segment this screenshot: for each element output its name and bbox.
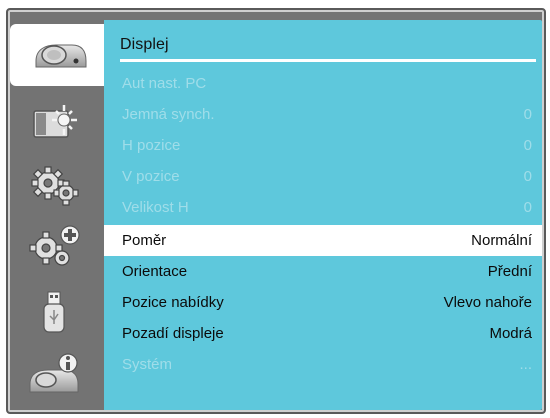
menu-item-value: ...	[519, 356, 532, 373]
tab-info[interactable]	[10, 344, 98, 406]
tab-display[interactable]	[10, 24, 110, 86]
menu-item-velikost-h: Velikost H 0	[104, 192, 542, 223]
tab-expanded-setup[interactable]	[10, 216, 98, 278]
menu-item-pozice-nabidky[interactable]: Pozice nabídky Vlevo nahoře	[104, 287, 542, 318]
settings-gears-icon	[26, 163, 82, 207]
tab-picture[interactable]	[10, 92, 98, 154]
menu-item-value: 0	[523, 137, 532, 154]
menu-item-aut-nast-pc: Aut nast. PC	[104, 68, 542, 99]
menu-item-value: Normální	[471, 232, 532, 249]
usb-icon	[34, 290, 74, 336]
picture-adjust-icon	[26, 103, 82, 143]
menu-item-orientace[interactable]: Orientace Přední	[104, 256, 542, 287]
menu-item-label: Poměr	[122, 232, 167, 249]
menu-item-label: Jemná synch.	[122, 106, 215, 123]
settings-plus-icon	[26, 224, 82, 270]
menu-item-value: 0	[523, 199, 532, 216]
menu-item-label: V pozice	[122, 168, 180, 185]
menu-panel: Displej Aut nast. PC Jemná synch. 0 H po…	[104, 20, 542, 410]
menu-item-jemna-synch: Jemná synch. 0	[104, 99, 542, 130]
tab-usb[interactable]	[10, 282, 98, 344]
menu-item-pomer[interactable]: Poměr Normální	[104, 225, 542, 256]
menu-item-label: H pozice	[122, 137, 181, 154]
projector-icon	[32, 35, 88, 75]
menu-item-label: Velikost H	[122, 199, 189, 216]
title-divider	[120, 59, 536, 62]
menu-item-label: Pozice nabídky	[122, 294, 224, 311]
menu-item-pozadi-displeje[interactable]: Pozadí displeje Modrá	[104, 318, 542, 349]
menu-item-value: Modrá	[489, 325, 532, 342]
menu-item-label: Aut nast. PC	[122, 75, 207, 92]
menu-item-h-pozice: H pozice 0	[104, 130, 542, 161]
menu-item-value: Vlevo nahoře	[443, 294, 532, 311]
menu-item-system: Systém ...	[104, 349, 542, 380]
menu-item-label: Orientace	[122, 263, 188, 280]
menu-item-value: 0	[523, 106, 532, 123]
menu-item-label: Pozadí displeje	[122, 325, 224, 342]
menu-item-label: Systém	[122, 356, 173, 373]
menu-item-value: 0	[523, 168, 532, 185]
menu-item-value: Přední	[487, 263, 532, 280]
menu-title: Displej	[120, 36, 169, 53]
tab-setup[interactable]	[10, 154, 98, 216]
projector-info-icon	[26, 352, 82, 398]
menu-item-v-pozice: V pozice 0	[104, 161, 542, 192]
menu-sidebar	[10, 14, 110, 406]
